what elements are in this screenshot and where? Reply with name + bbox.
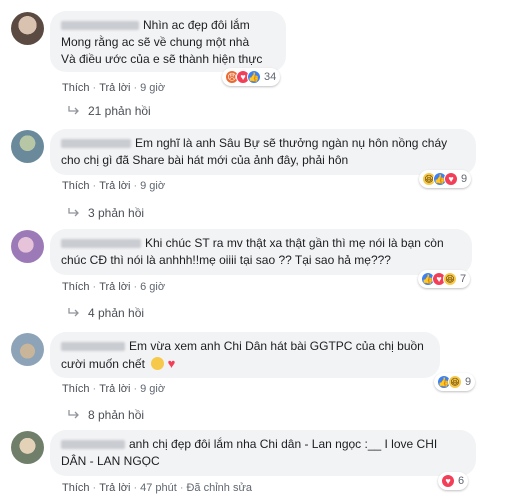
- comment-actions: Thích · Trả lời · 47 phút · Đã chỉnh sửa: [62, 482, 252, 494]
- comment-text-line: Em vừa xem anh Chi Dân hát bài GGTPC của…: [129, 339, 424, 353]
- comment-text-line: Và điều ước của e sẽ thành hiện thực: [61, 52, 263, 66]
- reply-link[interactable]: Trả lời: [99, 180, 130, 192]
- reply-arrow-icon: [68, 410, 79, 419]
- reaction-summary[interactable]: 😆 👍 ♥ 9: [419, 170, 472, 188]
- commenter-name-redacted[interactable]: [61, 342, 125, 352]
- comment-actions: Thích · Trả lời · 6 giờ: [62, 281, 166, 293]
- timestamp[interactable]: 47 phút: [140, 482, 177, 494]
- comment-bubble: anh chị đẹp đôi lắm nha Chi dân - Lan ng…: [50, 430, 476, 476]
- like-link[interactable]: Thích: [62, 383, 90, 395]
- reaction-count: 34: [264, 71, 277, 83]
- like-icon: 👍: [247, 70, 261, 84]
- edited-label[interactable]: Đã chỉnh sửa: [186, 482, 251, 494]
- comment-text-line: DÂN - LAN NGỌC: [61, 454, 160, 468]
- comment-text-line: chúc CĐ thì nói là anhhh!!mẹ oiiii tại s…: [61, 253, 391, 267]
- like-link[interactable]: Thích: [62, 82, 90, 94]
- comment-actions: Thích · Trả lời · 9 giờ: [62, 180, 166, 192]
- commenter-name-redacted[interactable]: [61, 139, 131, 149]
- avatar[interactable]: [11, 130, 44, 163]
- comment-bubble: Khi chúc ST ra mv thật xa thật gần thì m…: [50, 229, 472, 275]
- laughing-emoji-icon: [151, 357, 165, 370]
- comment-text-line: Khi chúc ST ra mv thật xa thật gần thì m…: [145, 236, 444, 250]
- reaction-count: 7: [460, 273, 467, 285]
- reply-link[interactable]: Trả lời: [99, 281, 130, 293]
- reaction-count: 9: [461, 173, 468, 185]
- replies-count[interactable]: 21 phản hồi: [88, 104, 151, 118]
- avatar[interactable]: [11, 12, 44, 45]
- haha-icon: 😆: [443, 272, 457, 286]
- comment-text-line: Em nghĩ là anh Sâu Bự sẽ thưởng ngàn nụ …: [135, 136, 448, 150]
- haha-icon: 😆: [448, 375, 462, 389]
- replies-count[interactable]: 4 phản hồi: [88, 306, 144, 320]
- reaction-summary[interactable]: ♥ 6: [438, 472, 469, 490]
- replies-count[interactable]: 3 phản hồi: [88, 206, 144, 220]
- timestamp[interactable]: 9 giờ: [140, 82, 165, 94]
- timestamp[interactable]: 9 giờ: [140, 383, 165, 395]
- like-link[interactable]: Thích: [62, 281, 90, 293]
- commenter-name-redacted[interactable]: [61, 239, 141, 249]
- comment-text-line: anh chị đẹp đôi lắm nha Chi dân - Lan ng…: [129, 437, 438, 451]
- timestamp[interactable]: 9 giờ: [140, 180, 165, 192]
- like-link[interactable]: Thích: [62, 180, 90, 192]
- view-replies-link[interactable]: 21 phản hồi: [68, 104, 151, 118]
- comment-actions: Thích · Trả lời · 9 giờ: [62, 82, 166, 94]
- reaction-summary[interactable]: 😠 ♥ 👍 34: [222, 68, 281, 86]
- comment-bubble: Em nghĩ là anh Sâu Bự sẽ thưởng ngàn nụ …: [50, 129, 476, 175]
- comment-text-line: cười muốn chết: [61, 357, 145, 371]
- comment-text-line: cho chị gì đã Share bài hát mới của ảnh …: [61, 153, 349, 167]
- comment-bubble: Em vừa xem anh Chi Dân hát bài GGTPC của…: [50, 332, 440, 378]
- commenter-name-redacted[interactable]: [61, 440, 125, 450]
- avatar[interactable]: [11, 230, 44, 263]
- reply-link[interactable]: Trả lời: [99, 482, 130, 494]
- reaction-summary[interactable]: 👍 😆 9: [434, 373, 476, 391]
- timestamp[interactable]: 6 giờ: [140, 281, 165, 293]
- replies-count[interactable]: 8 phản hồi: [88, 408, 144, 422]
- comment-actions: Thích · Trả lời · 9 giờ: [62, 383, 166, 395]
- reply-link[interactable]: Trả lời: [99, 383, 130, 395]
- reply-arrow-icon: [68, 106, 79, 115]
- comment-bubble: Nhìn ac đẹp đôi lắm Mong rằng ac sẽ về c…: [50, 11, 286, 72]
- view-replies-link[interactable]: 4 phản hồi: [68, 306, 144, 320]
- view-replies-link[interactable]: 8 phản hồi: [68, 408, 144, 422]
- avatar[interactable]: [11, 431, 44, 464]
- reaction-summary[interactable]: 👍 ♥ 😆 7: [418, 270, 471, 288]
- comment-text-line: Nhìn ac đẹp đôi lắm: [143, 18, 250, 32]
- avatar[interactable]: [11, 333, 44, 366]
- reply-arrow-icon: [68, 308, 79, 317]
- reply-arrow-icon: [68, 208, 79, 217]
- reaction-count: 9: [465, 376, 472, 388]
- heart-emoji-icon: ♥: [167, 356, 176, 371]
- reaction-count: 6: [458, 475, 465, 487]
- commenter-name-redacted[interactable]: [61, 21, 139, 31]
- comment-text-line: Mong rằng ac sẽ về chung một nhà: [61, 35, 250, 49]
- reply-link[interactable]: Trả lời: [99, 82, 130, 94]
- love-icon: ♥: [444, 172, 458, 186]
- like-link[interactable]: Thích: [62, 482, 90, 494]
- view-replies-link[interactable]: 3 phản hồi: [68, 206, 144, 220]
- love-icon: ♥: [441, 474, 455, 488]
